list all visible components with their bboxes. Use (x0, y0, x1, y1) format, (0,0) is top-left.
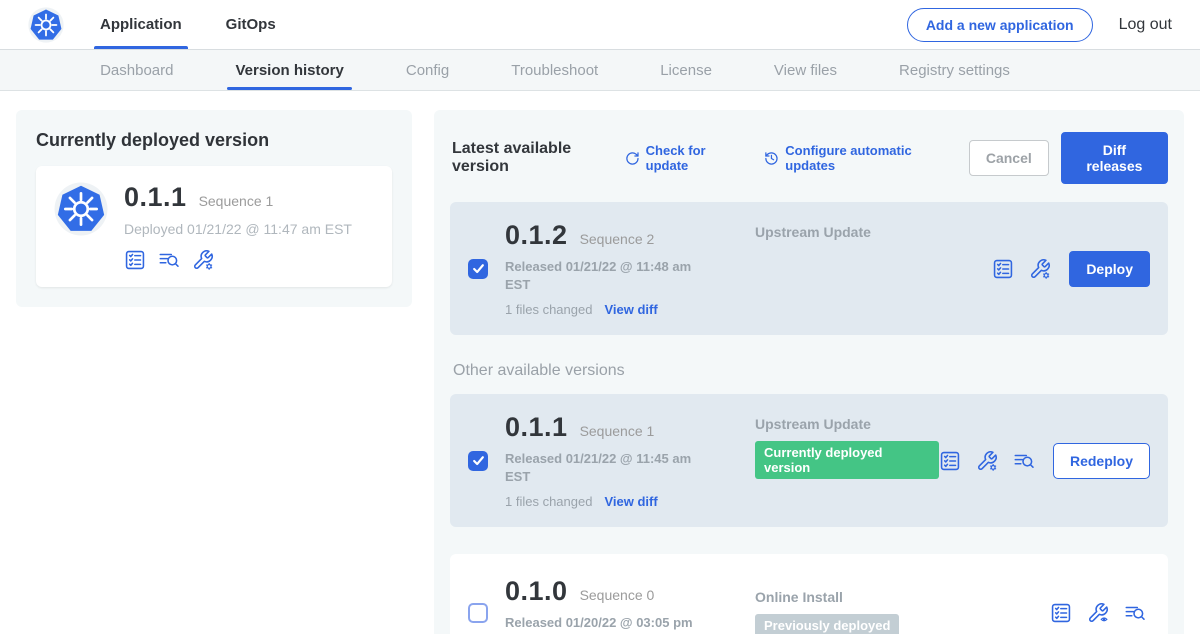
subnav-license[interactable]: License (660, 50, 712, 90)
preflight-checks-icon[interactable] (124, 249, 146, 271)
version-source-label: Upstream Update (755, 416, 939, 432)
logout-button[interactable]: Log out (1119, 16, 1172, 34)
sequence-label: Sequence 1 (580, 423, 655, 439)
edit-config-icon[interactable] (1029, 258, 1051, 280)
check-for-update-link[interactable]: Check for update (625, 143, 739, 173)
schedule-update-icon (764, 150, 779, 167)
refresh-icon (625, 150, 640, 167)
version-checkbox[interactable] (468, 259, 488, 279)
subnav-version-history[interactable]: Version history (235, 50, 343, 90)
version-source-label: Upstream Update (755, 224, 992, 240)
currently-deployed-badge: Currently deployed version (755, 441, 939, 479)
version-card-0-1-1: 0.1.1 Sequence 1 Released 01/21/22 @ 11:… (450, 394, 1168, 527)
deploy-logs-icon[interactable] (1013, 450, 1035, 472)
preflight-checks-icon[interactable] (1050, 602, 1072, 624)
currently-deployed-title: Currently deployed version (36, 130, 392, 151)
version-card-0-1-2: 0.1.2 Sequence 2 Released 01/21/22 @ 11:… (450, 202, 1168, 335)
kubernetes-app-icon (54, 182, 108, 236)
app-header: Application GitOps Add a new application… (0, 0, 1200, 50)
version-card-0-1-0: 0.1.0 Sequence 0 Released 01/20/22 @ 03:… (450, 554, 1168, 634)
deployed-version-number: 0.1.1 (124, 182, 187, 213)
sequence-label: Sequence 2 (580, 231, 655, 247)
checkmark-icon (472, 262, 485, 275)
preflight-checks-icon[interactable] (939, 450, 961, 472)
released-timestamp: Released 01/21/22 @ 11:48 am EST (505, 258, 697, 293)
subnav-troubleshoot[interactable]: Troubleshoot (511, 50, 598, 90)
app-subnav: Dashboard Version history Config Trouble… (0, 50, 1200, 91)
header-tabs: Application GitOps (100, 0, 276, 49)
add-new-application-button[interactable]: Add a new application (907, 8, 1093, 42)
deploy-logs-icon[interactable] (1124, 602, 1146, 624)
edit-config-icon[interactable] (976, 450, 998, 472)
sequence-label: Sequence 0 (580, 587, 655, 603)
available-versions-panel: Latest available version Check for updat… (434, 110, 1184, 634)
subnav-dashboard[interactable]: Dashboard (100, 50, 173, 90)
released-timestamp: Released 01/21/22 @ 11:45 am EST (505, 450, 697, 485)
configure-automatic-updates-link[interactable]: Configure automatic updates (764, 143, 942, 173)
tab-application-label: Application (100, 16, 182, 33)
files-changed-label: 1 files changed (505, 302, 592, 317)
configure-automatic-updates-label: Configure automatic updates (785, 143, 943, 173)
subnav-registry-settings[interactable]: Registry settings (899, 50, 1010, 90)
view-config-icon[interactable] (1087, 602, 1109, 624)
kubernetes-logo-icon (28, 7, 64, 43)
subnav-config[interactable]: Config (406, 50, 449, 90)
cancel-button[interactable]: Cancel (969, 140, 1049, 176)
version-checkbox[interactable] (468, 603, 488, 623)
version-number: 0.1.1 (505, 412, 568, 443)
subnav-view-files[interactable]: View files (774, 50, 837, 90)
tab-application[interactable]: Application (100, 0, 182, 49)
tab-gitops-label: GitOps (226, 16, 276, 33)
view-diff-link[interactable]: View diff (604, 302, 657, 317)
tab-gitops[interactable]: GitOps (226, 0, 276, 49)
deployed-sequence-label: Sequence 1 (199, 193, 274, 209)
redeploy-button[interactable]: Redeploy (1053, 443, 1150, 479)
diff-releases-button[interactable]: Diff releases (1061, 132, 1168, 184)
check-for-update-label: Check for update (646, 143, 739, 173)
released-timestamp: Released 01/20/22 @ 03:05 pm EST (505, 614, 697, 634)
edit-config-icon[interactable] (192, 249, 214, 271)
version-checkbox[interactable] (468, 451, 488, 471)
other-available-versions-title: Other available versions (453, 362, 1168, 380)
currently-deployed-panel: Currently deployed version 0.1 (16, 110, 412, 307)
latest-available-title: Latest available version (452, 140, 611, 176)
checkmark-icon (472, 454, 485, 467)
version-source-label: Online Install (755, 589, 1050, 605)
previously-deployed-badge: Previously deployed (755, 614, 899, 634)
files-changed-label: 1 files changed (505, 494, 592, 509)
view-diff-link[interactable]: View diff (604, 494, 657, 509)
version-number: 0.1.0 (505, 576, 568, 607)
deployed-timestamp: Deployed 01/21/22 @ 11:47 am EST (124, 221, 352, 237)
preflight-checks-icon[interactable] (992, 258, 1014, 280)
deployed-version-card: 0.1.1 Sequence 1 Deployed 01/21/22 @ 11:… (36, 166, 392, 287)
version-number: 0.1.2 (505, 220, 568, 251)
deploy-logs-icon[interactable] (158, 249, 180, 271)
deploy-button[interactable]: Deploy (1069, 251, 1150, 287)
